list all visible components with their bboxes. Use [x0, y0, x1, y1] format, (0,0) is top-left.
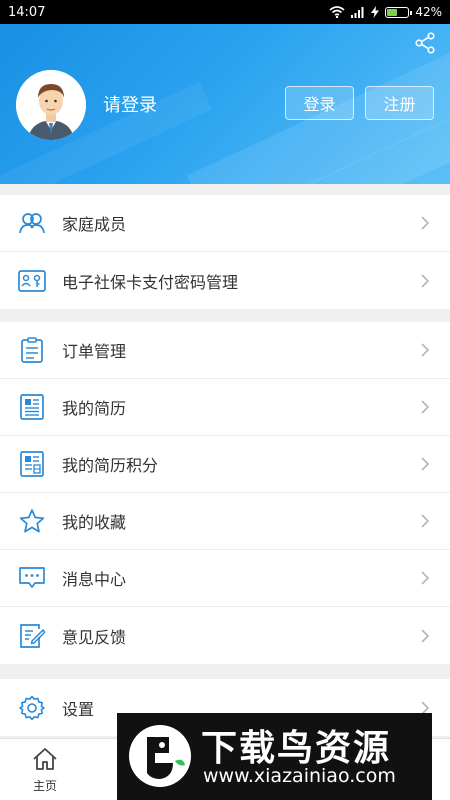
- feedback-icon: [16, 620, 48, 652]
- chevron-right-icon: [421, 571, 430, 585]
- charging-icon: [371, 6, 380, 18]
- login-prompt[interactable]: 请登录: [103, 91, 157, 117]
- watermark-title: 下载鸟资源: [201, 728, 392, 769]
- login-button[interactable]: 登录: [285, 86, 354, 120]
- battery-icon: [385, 6, 413, 18]
- menu-item-card-password[interactable]: 电子社保卡支付密码管理: [0, 252, 450, 309]
- home-icon: [33, 748, 57, 770]
- menu-group-services: 订单管理 我的简历 我的简历积分 我的收藏 消息中心 意见反馈: [0, 322, 450, 664]
- star-icon: [16, 505, 48, 537]
- menu-item-feedback[interactable]: 意见反馈: [0, 607, 450, 664]
- profile-header: 请登录 登录 注册: [0, 24, 450, 184]
- status-time: 14:07: [8, 4, 46, 20]
- battery-percent: 42%: [415, 5, 442, 19]
- menu-item-label: 消息中心: [62, 570, 127, 589]
- menu-item-label: 订单管理: [62, 342, 127, 361]
- chevron-right-icon: [421, 343, 430, 357]
- status-bar: 14:07 42%: [0, 0, 450, 24]
- watermark-logo-icon: [129, 725, 191, 787]
- menu-item-label: 家庭成员: [62, 215, 127, 234]
- menu-item-label: 电子社保卡支付密码管理: [62, 272, 239, 292]
- chevron-right-icon: [421, 457, 430, 471]
- resume-points-icon: [16, 448, 48, 480]
- chevron-right-icon: [421, 628, 430, 643]
- signal-icon: [351, 6, 364, 18]
- menu-item-messages[interactable]: 消息中心: [0, 550, 450, 607]
- watermark-overlay: 下载鸟资源 www.xiazainiao.com: [117, 713, 432, 800]
- message-icon: [16, 562, 48, 594]
- chevron-right-icon: [421, 400, 430, 414]
- wifi-icon: [329, 6, 345, 18]
- menu-item-orders[interactable]: 订单管理: [0, 322, 450, 379]
- menu-item-label: 我的简历: [62, 399, 127, 418]
- menu-item-family[interactable]: 家庭成员: [0, 195, 450, 252]
- menu-item-favorites[interactable]: 我的收藏: [0, 493, 450, 550]
- menu-group-account: 家庭成员 电子社保卡支付密码管理: [0, 195, 450, 309]
- card-key-icon: [16, 265, 48, 297]
- menu-item-resume-points[interactable]: 我的简历积分: [0, 436, 450, 493]
- resume-icon: [16, 391, 48, 423]
- menu-item-label: 我的简历积分: [62, 456, 159, 475]
- menu-item-label: 意见反馈: [62, 627, 127, 647]
- menu-item-label: 我的收藏: [62, 513, 127, 532]
- chevron-right-icon: [421, 273, 430, 288]
- chevron-right-icon: [421, 216, 430, 230]
- register-button[interactable]: 注册: [365, 86, 434, 120]
- nav-home[interactable]: 主页: [20, 747, 70, 794]
- user-avatar-icon: [16, 70, 86, 140]
- chevron-right-icon: [421, 514, 430, 528]
- nav-home-label: 主页: [32, 779, 57, 793]
- avatar[interactable]: [16, 70, 86, 140]
- menu-item-resume[interactable]: 我的简历: [0, 379, 450, 436]
- family-icon: [16, 207, 48, 239]
- gear-icon: [16, 692, 48, 724]
- watermark-url: www.xiazainiao.com: [203, 765, 396, 787]
- clipboard-icon: [16, 334, 48, 366]
- share-icon[interactable]: [414, 32, 436, 54]
